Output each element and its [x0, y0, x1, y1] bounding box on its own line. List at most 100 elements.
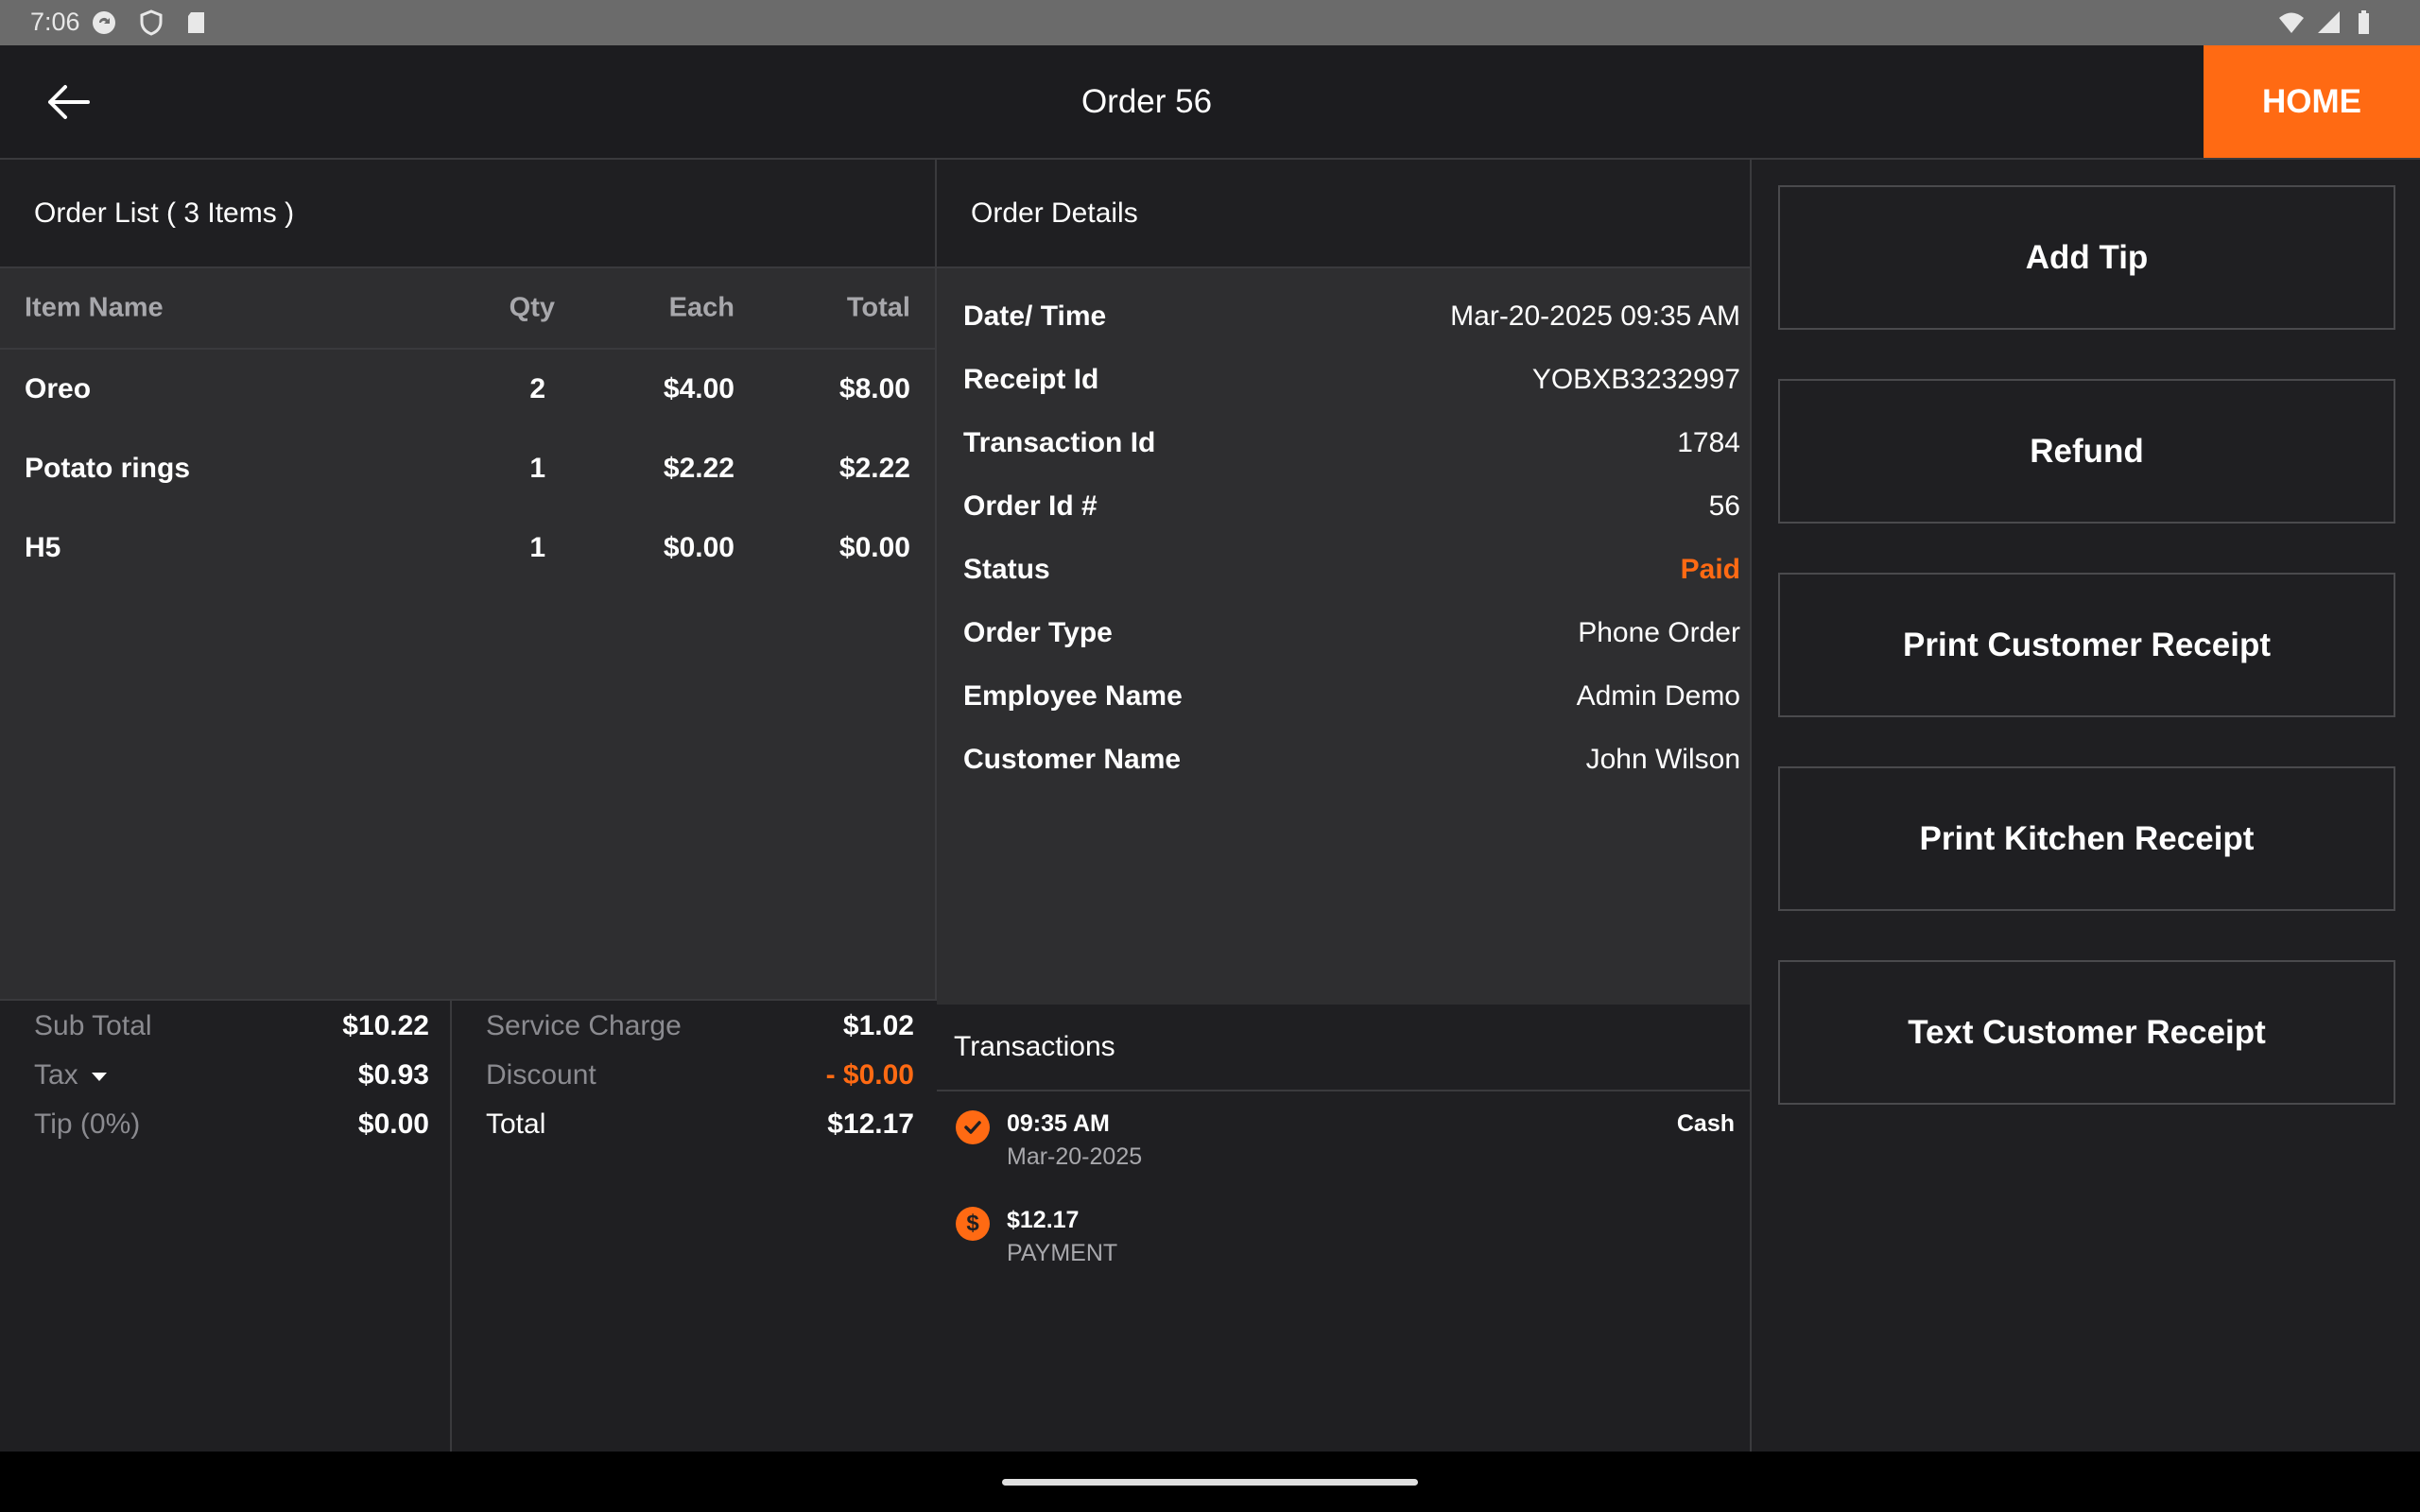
text-customer-receipt-button[interactable]: Text Customer Receipt [1778, 960, 2395, 1105]
home-gesture-handle[interactable] [1002, 1479, 1418, 1486]
item-total: $2.22 [838, 453, 910, 484]
item-qty: 1 [529, 532, 545, 563]
order-list-title: Order List ( 3 Items ) [0, 160, 935, 268]
status-badge: Paid [1680, 554, 1740, 585]
tax-label-text: Tax [34, 1059, 78, 1091]
column-qty: Qty [509, 292, 555, 323]
wifi-icon [2279, 12, 2304, 33]
total-value: $12.17 [827, 1108, 914, 1140]
transaction-date: Mar-20-2025 [1007, 1143, 1143, 1170]
detail-value: Phone Order [1578, 617, 1740, 648]
order-details-title: Order Details [937, 160, 1750, 268]
payment-label: PAYMENT [1007, 1240, 1118, 1266]
detail-value: YOBXB3232997 [1531, 364, 1740, 395]
shield-icon [140, 9, 163, 36]
sd-card-icon [188, 12, 204, 33]
list-item: 09:35 AM Mar-20-2025 Cash [937, 1091, 1750, 1188]
item-name: Oreo [25, 373, 92, 404]
signal-icon [2318, 11, 2340, 33]
refund-button[interactable]: Refund [1778, 379, 2395, 524]
status-time: 7:06 [30, 8, 80, 36]
battery-icon [2359, 10, 2369, 34]
dollar-circle-icon: $ [956, 1207, 990, 1241]
service-charge-value: $1.02 [842, 1010, 914, 1041]
print-customer-receipt-button[interactable]: Print Customer Receipt [1778, 573, 2395, 717]
service-charge-row: Service Charge $1.02 [452, 1001, 935, 1050]
order-details-panel: Order Details Date/ Time Mar-20-2025 09:… [937, 160, 1752, 1452]
sub-total-row: Sub Total $10.22 [0, 1001, 450, 1050]
discount-value: - $0.00 [825, 1059, 914, 1091]
print-kitchen-receipt-button[interactable]: Print Kitchen Receipt [1778, 766, 2395, 911]
sub-total-label: Sub Total [34, 1010, 152, 1041]
detail-row-employee-name: Employee Name Admin Demo [937, 667, 1750, 730]
item-qty: 1 [529, 453, 545, 484]
totals-summary: Sub Total $10.22 Tax $0.93 Tip (0%) $0.0… [0, 999, 937, 1453]
table-row[interactable]: H5 1 $0.00 $0.00 [0, 508, 935, 588]
add-tip-button[interactable]: Add Tip [1778, 185, 2395, 330]
table-row[interactable]: Potato rings 1 $2.22 $2.22 [0, 429, 935, 508]
detail-row-receipt-id: Receipt Id YOBXB3232997 [937, 351, 1750, 414]
home-button[interactable]: HOME [2204, 45, 2420, 158]
detail-value: Mar-20-2025 09:35 AM [1450, 301, 1740, 332]
detail-label: Transaction Id [963, 427, 1156, 458]
transactions-section: Transactions 09:35 AM Mar-20-2025 Cash $… [937, 1005, 1750, 1452]
detail-label: Order Id # [963, 490, 1098, 522]
item-each: $4.00 [663, 373, 735, 404]
tip-label: Tip (0%) [34, 1108, 141, 1140]
detail-row-status: Status Paid [937, 541, 1750, 604]
item-each: $2.22 [663, 453, 735, 484]
tip-value: $0.00 [357, 1108, 429, 1140]
order-details-list: Date/ Time Mar-20-2025 09:35 AM Receipt … [937, 268, 1750, 794]
tax-row[interactable]: Tax $0.93 [0, 1050, 450, 1099]
list-item: $ $12.17 PAYMENT [937, 1188, 1750, 1284]
transaction-time: 09:35 AM [1007, 1110, 1110, 1137]
tax-value: $0.93 [357, 1059, 429, 1091]
detail-value: John Wilson [1585, 744, 1740, 775]
item-total: $0.00 [838, 532, 910, 563]
actions-panel: Add Tip Refund Print Customer Receipt Pr… [1752, 160, 2420, 1452]
item-each: $0.00 [663, 532, 735, 563]
detail-row-order-type: Order Type Phone Order [937, 604, 1750, 667]
detail-label: Customer Name [963, 744, 1182, 775]
check-circle-icon [956, 1110, 990, 1144]
item-name: H5 [25, 532, 61, 563]
detail-value: Admin Demo [1576, 680, 1740, 712]
navigation-bar [0, 1452, 2420, 1512]
transaction-method: Cash [1676, 1110, 1735, 1137]
item-qty: 2 [529, 373, 545, 404]
detail-label: Status [963, 554, 1050, 585]
detail-label: Employee Name [963, 680, 1183, 712]
total-row: Total $12.17 [452, 1099, 935, 1148]
column-each: Each [668, 292, 735, 323]
totals-right-column: Service Charge $1.02 Discount - $0.00 To… [452, 1001, 935, 1453]
payment-amount: $12.17 [1007, 1207, 1080, 1233]
transactions-title: Transactions [937, 1005, 1750, 1091]
column-total: Total [846, 292, 910, 323]
detail-row-customer-name: Customer Name John Wilson [937, 730, 1750, 794]
detail-label: Order Type [963, 617, 1113, 648]
service-charge-label: Service Charge [486, 1010, 682, 1041]
sub-total-value: $10.22 [342, 1010, 429, 1041]
table-row[interactable]: Oreo 2 $4.00 $8.00 [0, 350, 935, 429]
column-item-name: Item Name [25, 292, 164, 323]
item-name: Potato rings [25, 453, 191, 484]
page-title: Order 56 [1080, 83, 1213, 120]
tax-label: Tax [34, 1059, 107, 1091]
tip-row: Tip (0%) $0.00 [0, 1099, 450, 1148]
detail-label: Receipt Id [963, 364, 1099, 395]
caret-down-icon[interactable] [91, 1072, 107, 1081]
status-bar: 7:06 [0, 0, 2420, 45]
order-list-header: Item Name Qty Each Total [0, 268, 935, 350]
detail-row-date-time: Date/ Time Mar-20-2025 09:35 AM [937, 287, 1750, 351]
item-total: $8.00 [838, 373, 910, 404]
order-list-panel: Order List ( 3 Items ) Item Name Qty Eac… [0, 160, 937, 1453]
discount-row: Discount - $0.00 [452, 1050, 935, 1099]
detail-row-order-id: Order Id # 56 [937, 477, 1750, 541]
app-header: Order 56 HOME [0, 45, 2420, 160]
sync-icon [93, 11, 115, 34]
detail-row-transaction-id: Transaction Id 1784 [937, 414, 1750, 477]
total-label: Total [486, 1108, 546, 1140]
detail-label: Date/ Time [963, 301, 1107, 332]
detail-value: 56 [1708, 490, 1740, 522]
discount-label: Discount [486, 1059, 596, 1091]
